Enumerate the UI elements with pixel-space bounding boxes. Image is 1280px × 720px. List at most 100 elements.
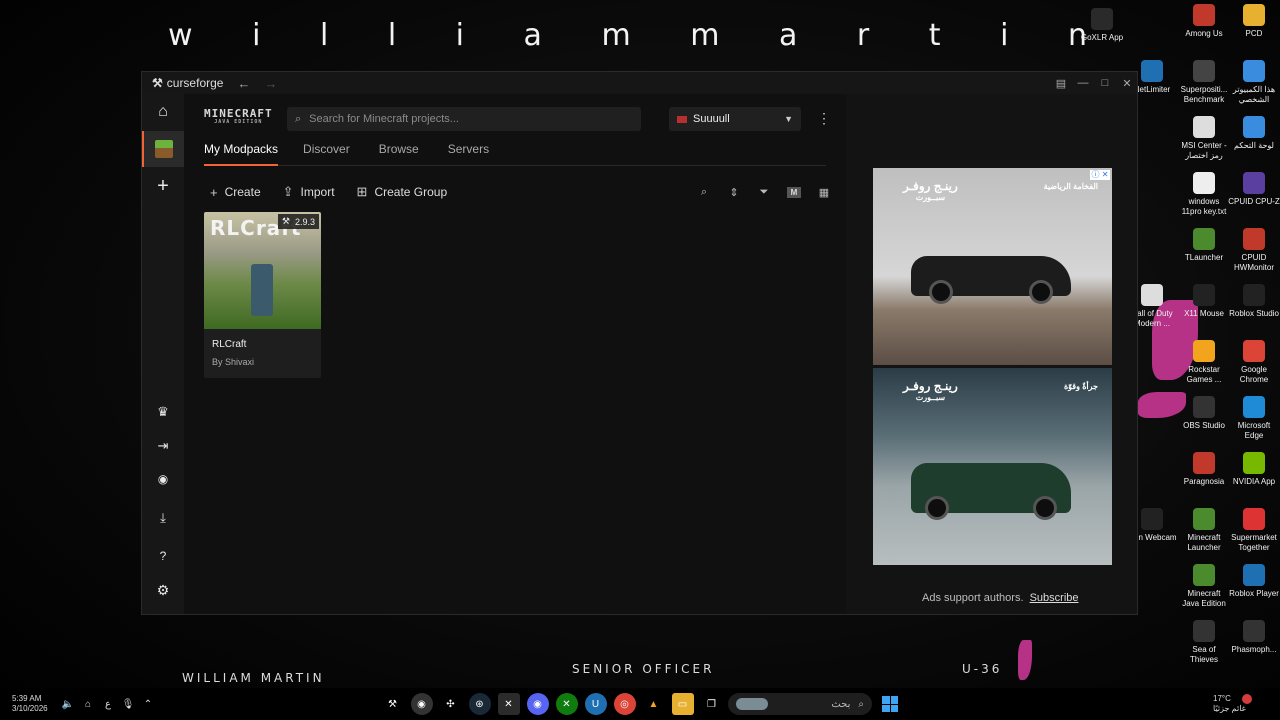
desktop-icon[interactable]: Among Us bbox=[1178, 4, 1230, 39]
ad-banner[interactable]: رينـج روفـر سبــورت الفخامة الرياضية ⓘ ✕ bbox=[873, 168, 1112, 365]
desktop-icon-label: CPUID CPU-Z bbox=[1228, 197, 1280, 206]
desktop-icon[interactable]: Phasmoph... bbox=[1228, 620, 1280, 655]
system-tray: 🔈 ⌂ ع 🎙 ⌃ bbox=[58, 688, 158, 720]
microphone-icon[interactable]: 🎙 bbox=[118, 699, 138, 710]
language-indicator[interactable]: ع bbox=[98, 699, 118, 710]
temperature: 17°C bbox=[1213, 694, 1231, 703]
xbox-taskbar-icon[interactable]: ✕ bbox=[555, 693, 578, 715]
mod-loader-filter[interactable]: M bbox=[787, 187, 801, 198]
app-taskbar-icon[interactable]: ▲ bbox=[643, 693, 665, 715]
home-button[interactable]: ⌂ bbox=[142, 94, 184, 130]
add-game-button[interactable]: + bbox=[142, 168, 184, 204]
ad-banner[interactable]: رينـج روفـر سبــورت جرأةٌ وقوّة bbox=[873, 368, 1112, 565]
create-group-button[interactable]: ⊞ Create Group bbox=[357, 184, 448, 200]
create-button[interactable]: + Create bbox=[210, 185, 261, 200]
desktop-icon[interactable]: CPUID HWMonitor bbox=[1228, 228, 1280, 273]
desktop-icon[interactable]: OBS Studio bbox=[1178, 396, 1230, 431]
desktop-icon[interactable]: windows 11pro key.txt bbox=[1178, 172, 1230, 217]
discord-taskbar-icon[interactable]: ◉ bbox=[526, 693, 549, 715]
desktop-icon[interactable]: Google Chrome bbox=[1228, 340, 1280, 385]
minecraft-game-button[interactable] bbox=[142, 131, 184, 167]
tab-my-modpacks[interactable]: My Modpacks bbox=[204, 142, 279, 166]
curseforge-taskbar-icon[interactable]: ⚒ bbox=[382, 693, 404, 715]
desktop-icon[interactable]: NVIDIA App bbox=[1228, 452, 1280, 487]
download-icon: ⤓ bbox=[160, 510, 166, 525]
minimize-button[interactable]: — bbox=[1073, 77, 1093, 90]
modpack-card[interactable]: RLCraft ⚒ 2.9.3 RLCraft By Shivaxi bbox=[204, 212, 321, 378]
sort-icon[interactable]: ⇕ bbox=[719, 186, 749, 199]
desktop-icon[interactable]: Superpositi... Benchmark bbox=[1178, 60, 1230, 105]
profile-selector[interactable]: Suuuull ▼ bbox=[669, 107, 801, 131]
desktop-icon[interactable]: TLauncher bbox=[1178, 228, 1230, 263]
search-input[interactable] bbox=[309, 113, 630, 125]
back-button[interactable]: ← bbox=[237, 76, 250, 91]
desktop-icon[interactable]: Rockstar Games ... bbox=[1178, 340, 1230, 385]
show-hidden-icons-icon[interactable]: ⌃ bbox=[138, 699, 158, 710]
obs-taskbar-icon[interactable]: ◉ bbox=[410, 693, 433, 715]
app-taskbar-icon[interactable]: U bbox=[584, 693, 607, 715]
ad-panel: رينـج روفـر سبــورت الفخامة الرياضية ⓘ ✕… bbox=[846, 94, 1137, 614]
downloads-button[interactable]: ⤓ bbox=[142, 500, 184, 536]
network-icon[interactable]: ⌂ bbox=[78, 699, 98, 710]
desktop-icon[interactable]: Minecraft Launcher bbox=[1178, 508, 1230, 553]
filter-icon[interactable]: ⏷ bbox=[749, 186, 779, 199]
gear-icon: ⚙ bbox=[156, 581, 170, 598]
search-icon[interactable]: ⌕ bbox=[689, 186, 719, 199]
desktop-icon[interactable]: Paragnosia bbox=[1178, 452, 1230, 487]
among-us-icon bbox=[1193, 4, 1215, 26]
tab-discover[interactable]: Discover bbox=[299, 142, 354, 166]
car-wheel bbox=[929, 280, 953, 304]
desktop-icon[interactable]: Microsoft Edge bbox=[1228, 396, 1280, 441]
desktop-icon[interactable]: Minecraft Java Edition bbox=[1178, 564, 1230, 609]
desktop-icon[interactable]: لوحة التحكم bbox=[1228, 116, 1280, 151]
clock[interactable]: 5:39 AM 3/10/2026 bbox=[12, 694, 48, 714]
subscribe-link[interactable]: Subscribe bbox=[1030, 592, 1079, 604]
tab-browse[interactable]: Browse bbox=[375, 142, 423, 166]
desktop-icon[interactable]: X11 Mouse bbox=[1178, 284, 1230, 319]
weather-widget[interactable]: 17°C غائم جزئيًا bbox=[1213, 694, 1252, 714]
file-explorer-taskbar-icon[interactable]: ▭ bbox=[671, 693, 694, 715]
task-view-icon[interactable]: ❐ bbox=[701, 693, 723, 715]
goxlr-icon bbox=[1091, 8, 1113, 30]
main-content: MINECRAFT JAVA EDITION ⌕ Suuuull ▼ ⋮ My … bbox=[184, 94, 846, 614]
file-icon bbox=[1193, 116, 1215, 138]
forward-button[interactable]: → bbox=[264, 76, 277, 91]
webcam-icon bbox=[1141, 508, 1163, 530]
discord-button[interactable]: ◉ bbox=[142, 461, 184, 497]
desktop-icon[interactable]: PCD bbox=[1228, 4, 1280, 39]
tab-servers[interactable]: Servers bbox=[444, 142, 493, 166]
more-menu-icon[interactable]: ⋮ bbox=[817, 110, 831, 127]
import-button[interactable]: ⇪ Import bbox=[283, 184, 335, 200]
premium-button[interactable]: ♛ bbox=[142, 394, 184, 430]
app-taskbar-icon[interactable]: ✣ bbox=[440, 693, 462, 715]
desktop-icon[interactable]: GoXLR App bbox=[1076, 8, 1128, 43]
ad-info-icon[interactable]: ⓘ ✕ bbox=[1090, 170, 1110, 180]
wallpaper-left-caption: WILLIAM MARTIN bbox=[182, 671, 325, 685]
desktop-icon-label: Roblox Studio bbox=[1229, 309, 1279, 318]
volume-icon[interactable]: 🔈 bbox=[58, 699, 78, 710]
grid-view-icon[interactable]: ▦ bbox=[809, 186, 839, 199]
start-button[interactable] bbox=[882, 696, 898, 712]
taskbar-search[interactable]: بحث ⌕ bbox=[728, 693, 872, 715]
chrome-taskbar-icon[interactable]: ◎ bbox=[613, 693, 636, 715]
desktop-icon[interactable]: Roblox Player bbox=[1228, 564, 1280, 599]
desktop-icon[interactable]: Roblox Studio bbox=[1228, 284, 1280, 319]
ad-brand-name: رينـج روفـر bbox=[903, 379, 958, 393]
desktop-icon[interactable]: Sea of Thieves bbox=[1178, 620, 1230, 665]
maximize-button[interactable]: □ bbox=[1095, 77, 1115, 90]
desktop-icon[interactable]: MSI Center - رمز اختصار bbox=[1178, 116, 1230, 161]
goxlr-taskbar-icon[interactable]: ✕ bbox=[497, 693, 520, 715]
settings-button[interactable]: ⚙ bbox=[142, 572, 184, 608]
layout-icon[interactable]: ▤ bbox=[1051, 77, 1071, 90]
sea-of-thieves-icon bbox=[1193, 620, 1215, 642]
login-button[interactable]: ⇥ bbox=[142, 428, 184, 464]
desktop-icon[interactable]: Supermarket Together bbox=[1228, 508, 1280, 553]
help-button[interactable]: ? bbox=[142, 538, 184, 574]
search-bar[interactable]: ⌕ bbox=[287, 107, 641, 131]
create-label: Create bbox=[224, 185, 261, 199]
desktop-icon[interactable]: CPUID CPU-Z bbox=[1228, 172, 1280, 207]
steam-taskbar-icon[interactable]: ⊛ bbox=[468, 693, 491, 715]
desktop-icon[interactable]: هذا الكمبيوتر الشخصي bbox=[1228, 60, 1280, 105]
close-button[interactable]: ✕ bbox=[1117, 77, 1137, 90]
ad-tagline: الفخامة الرياضية bbox=[1043, 182, 1098, 191]
